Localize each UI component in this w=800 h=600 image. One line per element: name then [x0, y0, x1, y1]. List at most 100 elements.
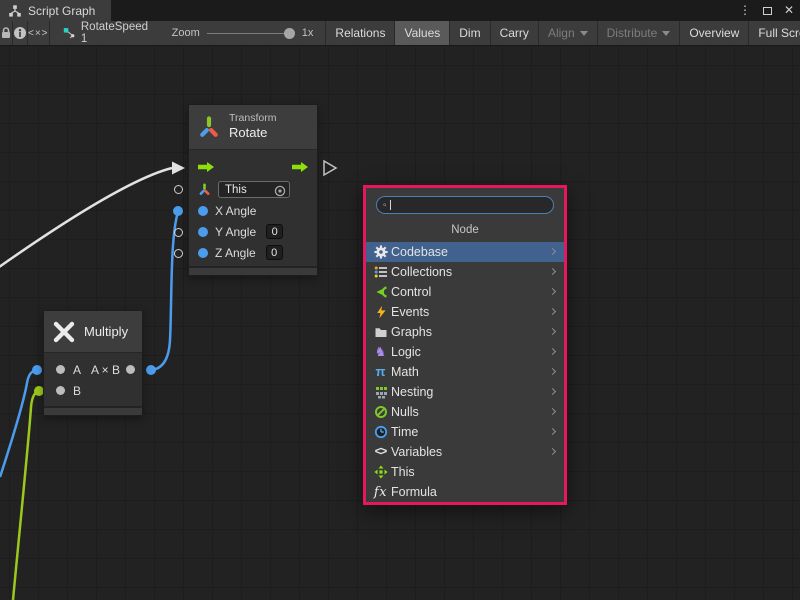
- info-icon: [13, 26, 27, 40]
- chevron-down-icon: [662, 31, 670, 36]
- lightning-icon: [372, 305, 389, 319]
- transform-mini-icon: [198, 183, 211, 196]
- multiply-node-header[interactable]: Multiply: [44, 311, 142, 353]
- finder-item-control[interactable]: Control: [366, 282, 564, 302]
- chevron-right-icon: [549, 388, 556, 395]
- full-screen-button[interactable]: Full Screen: [748, 21, 800, 45]
- rotate-zangle-row: Z Angle 0: [189, 242, 317, 263]
- values-button[interactable]: Values: [394, 21, 449, 45]
- angle-brackets-icon: <>: [372, 446, 389, 458]
- script-graph-icon: [8, 4, 22, 18]
- yangle-value-input[interactable]: 0: [266, 224, 283, 239]
- chevron-right-icon: [549, 428, 556, 435]
- flow-input-arrow-icon[interactable]: [197, 161, 215, 173]
- this-object-field[interactable]: This: [218, 181, 290, 198]
- carry-button[interactable]: Carry: [490, 21, 538, 45]
- distribute-dropdown[interactable]: Distribute: [597, 21, 680, 45]
- maximize-icon[interactable]: [763, 7, 772, 15]
- multiply-b-row: B: [44, 380, 142, 401]
- object-picker-icon[interactable]: [274, 185, 286, 197]
- rotate-node-header[interactable]: Transform Rotate: [189, 105, 317, 150]
- zangle-value-input[interactable]: 0: [266, 245, 283, 260]
- align-dropdown[interactable]: Align: [538, 21, 597, 45]
- gear-icon: [372, 245, 389, 259]
- flow-output-arrow-icon[interactable]: [291, 161, 309, 173]
- control-flow-icon: [372, 285, 389, 299]
- zoom-slider[interactable]: [207, 27, 295, 39]
- transform-icon: [197, 115, 221, 139]
- chevron-right-icon: [549, 368, 556, 375]
- zangle-inner-port[interactable]: [198, 248, 208, 258]
- zoom-slider-track: [207, 33, 295, 35]
- move-cross-icon: [372, 465, 389, 479]
- multiply-node-body: A A × B B: [44, 353, 142, 406]
- rotate-xangle-row: X Angle: [189, 200, 317, 221]
- finder-search-field[interactable]: [376, 196, 554, 214]
- rotate-node-category: Transform: [229, 112, 276, 125]
- multiply-a-inner-port[interactable]: [56, 365, 65, 374]
- lock-button[interactable]: [0, 21, 13, 45]
- dim-button[interactable]: Dim: [449, 21, 489, 45]
- rotate-node-footer: [189, 266, 317, 275]
- finder-item-codebase[interactable]: Codebase: [366, 242, 564, 262]
- multiply-icon: [52, 320, 76, 344]
- finder-header: Node: [366, 224, 564, 236]
- unity-visual-scripting-window: Script Graph ⋮ ✕ <×>: [0, 0, 800, 600]
- multiply-node-footer: [44, 406, 142, 415]
- finder-item-variables[interactable]: <> Variables: [366, 442, 564, 462]
- multiply-node-title: Multiply: [84, 324, 128, 339]
- zoom-slider-knob[interactable]: [284, 28, 295, 39]
- finder-item-logic[interactable]: ♞ Logic: [366, 342, 564, 362]
- knight-icon: ♞: [372, 345, 389, 359]
- zoom-control: Zoom 1x: [162, 21, 324, 45]
- port-rotate-yangle[interactable]: [174, 228, 183, 237]
- chevron-right-icon: [549, 268, 556, 275]
- fx-icon: fx: [372, 485, 389, 500]
- finder-item-nesting[interactable]: Nesting: [366, 382, 564, 402]
- rotate-node-body: This X Angle Y Angle 0 Z Angle 0: [189, 150, 317, 266]
- finder-item-math[interactable]: π Math: [366, 362, 564, 382]
- code-preview-button[interactable]: <×>: [28, 21, 50, 45]
- chevron-right-icon: [549, 448, 556, 455]
- chevron-right-icon: [549, 288, 556, 295]
- node-multiply[interactable]: Multiply A A × B B: [43, 310, 143, 416]
- rotate-yangle-row: Y Angle 0: [189, 221, 317, 242]
- close-icon[interactable]: ✕: [784, 0, 794, 21]
- multiply-output-inner-port[interactable]: [126, 365, 135, 374]
- pi-icon: π: [372, 365, 389, 379]
- clock-icon: [372, 425, 389, 439]
- this-field-value: This: [225, 184, 247, 196]
- overview-button[interactable]: Overview: [679, 21, 748, 45]
- multiply-b-inner-port[interactable]: [56, 386, 65, 395]
- chevron-right-icon: [549, 328, 556, 335]
- null-slash-icon: [372, 405, 389, 419]
- finder-item-events[interactable]: Events: [366, 302, 564, 322]
- node-finder-popup: Node Codebase: [363, 185, 567, 505]
- yangle-inner-port[interactable]: [198, 227, 208, 237]
- chevron-down-icon: [580, 31, 588, 36]
- relations-button[interactable]: Relations: [325, 21, 394, 45]
- port-rotate-zangle[interactable]: [174, 249, 183, 258]
- xangle-inner-port[interactable]: [198, 206, 208, 216]
- chevron-right-icon: [549, 408, 556, 415]
- finder-item-formula[interactable]: fx Formula: [366, 482, 564, 502]
- graph-asset-icon: [62, 25, 76, 41]
- inspect-button[interactable]: [13, 21, 28, 45]
- kebab-menu-icon[interactable]: ⋮: [739, 0, 751, 21]
- finder-item-this[interactable]: This: [366, 462, 564, 482]
- finder-item-collections[interactable]: Collections: [366, 262, 564, 282]
- finder-item-time[interactable]: Time: [366, 422, 564, 442]
- tab-bar: Script Graph ⋮ ✕: [0, 0, 800, 21]
- tab-script-graph[interactable]: Script Graph: [0, 0, 111, 21]
- finder-item-graphs[interactable]: Graphs: [366, 322, 564, 342]
- graph-breadcrumb[interactable]: RotateSpeed 1: [50, 21, 162, 45]
- search-icon: [383, 199, 387, 211]
- folder-icon: [372, 325, 389, 339]
- collections-list-icon: [372, 265, 389, 279]
- toolbar-buttons: Relations Values Dim Carry Align Distrib…: [325, 21, 800, 45]
- node-transform-rotate[interactable]: Transform Rotate: [188, 104, 318, 276]
- port-rotate-this[interactable]: [174, 185, 183, 194]
- zoom-label: Zoom: [172, 27, 200, 39]
- finder-item-nulls[interactable]: Nulls: [366, 402, 564, 422]
- node-search-input[interactable]: [393, 198, 547, 212]
